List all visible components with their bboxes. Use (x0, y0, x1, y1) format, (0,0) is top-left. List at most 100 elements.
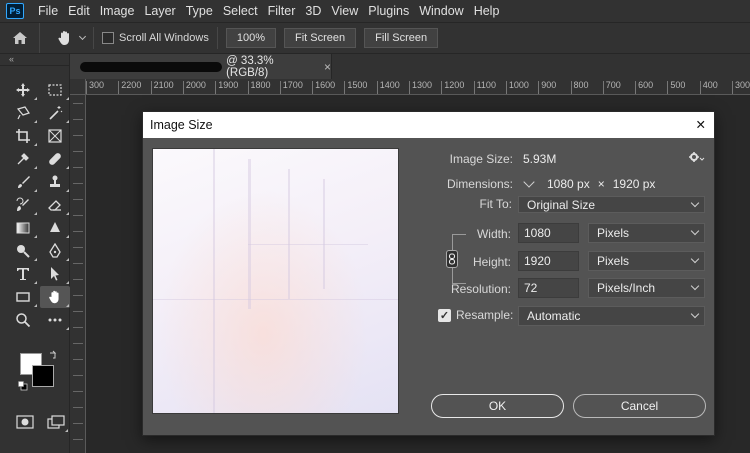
marquee-tool[interactable] (40, 79, 70, 101)
move-tool[interactable] (8, 79, 38, 101)
ruler-tick (73, 359, 83, 360)
eraser-tool[interactable] (40, 194, 70, 216)
dimensions-width-value: 1080 px (547, 177, 590, 191)
image-size-row: Image Size: 5.93M (443, 152, 557, 166)
cancel-button[interactable]: Cancel (573, 394, 706, 418)
fit-screen-button[interactable]: Fit Screen (284, 28, 357, 48)
move-icon (16, 83, 30, 97)
screen-mode-icon (47, 415, 65, 429)
resolution-unit-select[interactable]: Pixels/Inch (588, 278, 705, 298)
swap-colors-icon[interactable] (48, 350, 58, 360)
ruler-tick (73, 311, 83, 312)
fill-screen-button[interactable]: Fill Screen (364, 28, 439, 48)
brush-tool[interactable] (8, 171, 38, 193)
hand-tool-preset[interactable] (56, 29, 87, 47)
lasso-tool[interactable] (8, 102, 38, 124)
menu-3d[interactable]: 3D (300, 0, 326, 22)
tools-panel: « (0, 54, 70, 453)
default-colors-icon[interactable] (18, 381, 28, 391)
ok-button[interactable]: OK (431, 394, 564, 418)
ruler-tick-label: 1900 (215, 81, 238, 94)
image-preview[interactable] (152, 148, 399, 414)
height-input[interactable]: 1920 (518, 251, 579, 271)
crop-tool[interactable] (8, 125, 38, 147)
blur-tool[interactable] (40, 217, 70, 239)
fit-to-select[interactable]: Original Size (518, 196, 705, 213)
ruler-tick (73, 231, 83, 232)
resample-checkbox[interactable]: ✓ (438, 308, 451, 322)
chevron-down-icon (690, 309, 700, 319)
image-size-dialog: Image Size ✕ Image Size: 5.93M Dimension… (142, 111, 715, 436)
menu-view[interactable]: View (326, 0, 363, 22)
close-tab-icon[interactable]: × (324, 60, 331, 74)
menu-edit[interactable]: Edit (63, 0, 95, 22)
rectangle-tool[interactable] (8, 286, 38, 308)
menu-layer[interactable]: Layer (139, 0, 180, 22)
resolution-input[interactable]: 72 (518, 278, 579, 298)
gradient-tool[interactable] (8, 217, 38, 239)
ruler-tick-label: 500 (667, 81, 685, 94)
quick-mask-button[interactable] (12, 411, 38, 433)
vertical-ruler[interactable] (70, 95, 86, 453)
menu-file[interactable]: File (33, 0, 63, 22)
menu-plugins[interactable]: Plugins (363, 0, 414, 22)
zoom-tool[interactable] (8, 309, 38, 331)
path-selection-tool[interactable] (40, 263, 70, 285)
magic-wand-tool[interactable] (40, 102, 70, 124)
dialog-title-bar[interactable]: Image Size ✕ (143, 112, 714, 138)
image-size-label: Image Size: (449, 152, 513, 166)
gradient-icon (16, 222, 30, 234)
height-unit-select[interactable]: Pixels (588, 251, 705, 271)
zoom-100-button[interactable]: 100% (225, 28, 276, 48)
collapse-toolbar-button[interactable]: « (0, 54, 69, 66)
ruler-tick (73, 183, 83, 184)
ruler-tick (73, 199, 83, 200)
ruler-tick (73, 407, 83, 408)
background-color-swatch[interactable] (32, 365, 54, 387)
gear-icon[interactable] (689, 152, 705, 164)
dialog-title: Image Size (150, 118, 213, 132)
close-icon[interactable]: ✕ (696, 117, 706, 133)
history-brush-tool[interactable] (8, 194, 38, 216)
ruler-tick (73, 295, 83, 296)
preview-detail (153, 299, 398, 300)
pen-icon (49, 243, 61, 258)
scroll-all-windows-checkbox[interactable]: Scroll All Windows (102, 32, 209, 44)
dodge-tool[interactable] (8, 240, 38, 262)
horizontal-ruler[interactable]: 300 2200 2100 2000 1900 1800 1700 1600 1500 1400 1… (86, 79, 750, 95)
width-unit-value: Pixels (597, 226, 630, 240)
resample-select[interactable]: Automatic (518, 306, 705, 326)
eyedropper-tool[interactable] (8, 148, 38, 170)
menu-image[interactable]: Image (95, 0, 140, 22)
width-unit-select[interactable]: Pixels (588, 223, 705, 243)
ruler-tick (73, 135, 83, 136)
ruler-tick-label: 900 (538, 81, 556, 94)
ruler-origin[interactable] (70, 79, 86, 95)
link-chain-icon[interactable] (446, 250, 458, 268)
menu-select[interactable]: Select (218, 0, 263, 22)
history-brush-icon (16, 197, 29, 211)
checkbox-box[interactable] (102, 32, 114, 44)
pen-tool[interactable] (40, 240, 70, 262)
clone-stamp-tool[interactable] (40, 171, 70, 193)
ruler-tick-label: 2000 (182, 81, 206, 94)
dimensions-height-value: 1920 px (612, 177, 656, 191)
document-tab[interactable]: @ 33.3% (RGB/8) × (70, 54, 332, 79)
frame-tool[interactable] (40, 125, 70, 147)
menu-filter[interactable]: Filter (263, 0, 301, 22)
width-input[interactable]: 1080 (518, 223, 579, 243)
hand-tool[interactable] (40, 286, 70, 308)
resolution-unit-value: Pixels/Inch (597, 281, 656, 295)
type-tool[interactable] (8, 263, 38, 285)
chevron-down-icon[interactable] (523, 175, 535, 188)
menu-window[interactable]: Window (414, 0, 468, 22)
crop-icon (16, 129, 30, 143)
more-tools[interactable] (40, 309, 70, 331)
rectangular-marquee-icon (48, 84, 62, 96)
menu-help[interactable]: Help (469, 0, 505, 22)
home-button[interactable] (0, 23, 40, 53)
screen-mode-button[interactable] (44, 411, 70, 433)
healing-brush-tool[interactable] (40, 148, 70, 170)
menu-type[interactable]: Type (181, 0, 218, 22)
image-size-value: 5.93M (523, 152, 557, 166)
